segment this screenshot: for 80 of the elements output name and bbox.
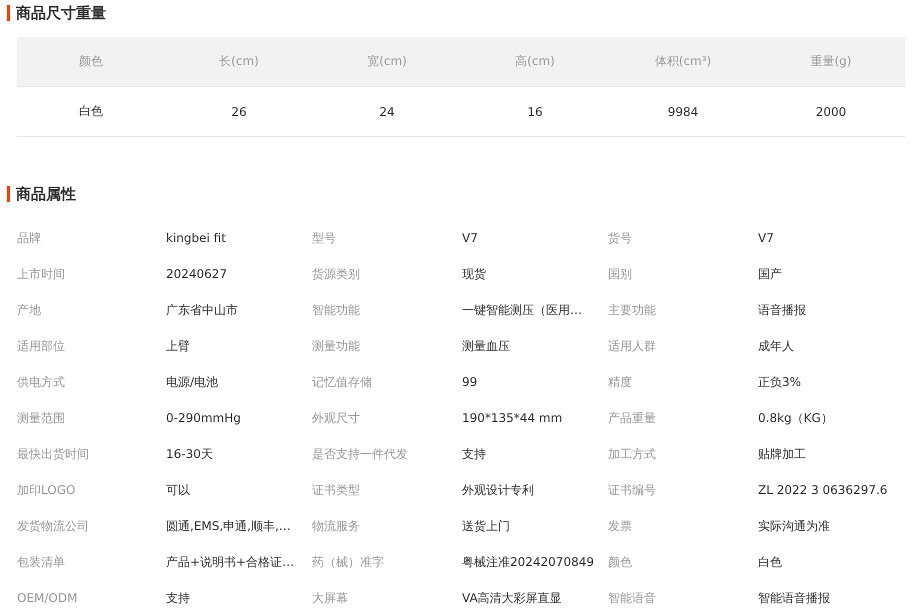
attribute-value: 产品+说明书+合格证… (166, 554, 294, 570)
attribute-label: 产品重量 (608, 410, 656, 426)
attribute-label: 药（械）准字 (312, 554, 384, 570)
attribute-value: 送货上门 (462, 518, 510, 534)
table-cell: 24 (313, 86, 461, 136)
section-title: 商品属性 (7, 186, 76, 202)
attribute-value: 语音播报 (758, 302, 806, 318)
attribute-label: 主要功能 (608, 302, 656, 318)
attribute-label: 记忆值存储 (312, 374, 372, 390)
attribute-label: 发票 (608, 518, 632, 534)
attribute-value: 0-290mmHg (166, 411, 241, 425)
attribute-label: OEM/ODM (17, 591, 78, 605)
attribute-value: 正负3% (758, 374, 802, 390)
attribute-value: 16-30天 (166, 446, 213, 462)
attribute-value: 电源/电池 (166, 374, 218, 390)
attribute-label: 智能功能 (312, 302, 360, 318)
attribute-label: 适用人群 (608, 338, 656, 354)
attribute-label: 包装清单 (17, 554, 65, 570)
attribute-value: 贴牌加工 (758, 446, 806, 462)
attribute-label: 货源类别 (312, 266, 360, 282)
table-cell: 16 (461, 86, 609, 136)
attribute-label: 适用部位 (17, 338, 65, 354)
attribute-value: 可以 (166, 482, 190, 498)
attribute-label: 证书编号 (608, 482, 656, 498)
attribute-label: 测量功能 (312, 338, 360, 354)
attribute-value: 广东省中山市 (166, 302, 238, 318)
attribute-value: 支持 (462, 446, 486, 462)
attribute-value: 0.8kg（KG） (758, 410, 833, 426)
attribute-label: 物流服务 (312, 518, 360, 534)
attribute-label: 精度 (608, 374, 632, 390)
table-cell: 2000 (757, 86, 905, 136)
attribute-label: 加印LOGO (17, 482, 76, 498)
attribute-label: 颜色 (608, 554, 632, 570)
attribute-value: 成年人 (758, 338, 794, 354)
attribute-value: VA高清大彩屏直显 (462, 590, 562, 606)
column-header: 高(cm) (461, 37, 609, 86)
attribute-label: 证书类型 (312, 482, 360, 498)
attribute-value: 测量血压 (462, 338, 510, 354)
attribute-label: 品牌 (17, 230, 41, 246)
attribute-value: 圆通,EMS,申通,顺丰,… (166, 518, 291, 534)
table-cell: 26 (165, 86, 313, 136)
attribute-label: 产地 (17, 302, 41, 318)
attribute-value: 国产 (758, 266, 782, 282)
table-cell: 白色 (17, 86, 165, 136)
attribute-value: 20240627 (166, 267, 228, 281)
attribute-label: 是否支持一件代发 (312, 446, 408, 462)
attribute-label: 加工方式 (608, 446, 656, 462)
attribute-value: ZL 2022 3 0636297.6 (758, 483, 888, 497)
column-header: 宽(cm) (313, 37, 461, 86)
attribute-value: 现货 (462, 266, 486, 282)
column-header: 颜色 (17, 37, 165, 86)
attribute-value: 190*135*44 mm (462, 411, 562, 425)
column-header: 体积(cm³) (609, 37, 757, 86)
attribute-value: 一键智能测压（医用… (462, 302, 582, 318)
table-cell: 9984 (609, 86, 757, 136)
attribute-value: kingbei fit (166, 231, 226, 245)
attribute-label: 供电方式 (17, 374, 65, 390)
attribute-label: 最快出货时间 (17, 446, 89, 462)
attribute-value: V7 (758, 231, 774, 245)
attribute-value: 外观设计专利 (462, 482, 534, 498)
attribute-label: 上市时间 (17, 266, 65, 282)
attribute-value: 支持 (166, 590, 190, 606)
attribute-value: 上臂 (166, 338, 190, 354)
attribute-label: 测量范围 (17, 410, 65, 426)
attribute-value: 实际沟通为准 (758, 518, 830, 534)
attribute-value: 粤械注准20242070849 (462, 554, 594, 570)
section-title: 商品尺寸重量 (7, 5, 106, 21)
attribute-value: 白色 (758, 554, 782, 570)
attribute-label: 型号 (312, 230, 336, 246)
attribute-label: 大屏幕 (312, 590, 348, 606)
attribute-label: 智能语音 (608, 590, 656, 606)
attribute-label: 货号 (608, 230, 632, 246)
attribute-value: 智能语音播报 (758, 590, 830, 606)
attribute-value: V7 (462, 231, 478, 245)
attribute-label: 外观尺寸 (312, 410, 360, 426)
column-header: 长(cm) (165, 37, 313, 86)
attribute-label: 发货物流公司 (17, 518, 89, 534)
attribute-label: 国别 (608, 266, 632, 282)
attribute-value: 99 (462, 375, 478, 389)
column-header: 重量(g) (757, 37, 905, 86)
